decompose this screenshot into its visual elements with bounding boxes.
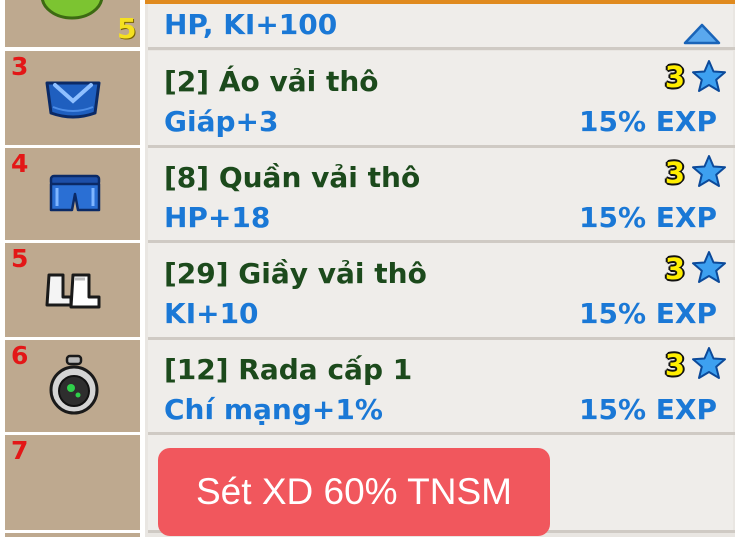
slot-3[interactable]: 3 — [5, 51, 140, 145]
item-level: 5 — [117, 12, 137, 45]
item-stat: Giáp+3 — [164, 105, 279, 138]
star-icon — [692, 251, 726, 283]
set-bonus-badge: Sét XD 60% TNSM — [158, 448, 550, 536]
row-divider — [148, 47, 735, 50]
star-icon — [692, 60, 726, 92]
star-count: 3 — [664, 156, 685, 190]
item-row[interactable]: [2] Áo vải thô Giáp+3 3 15% EXP — [148, 51, 733, 145]
slot-partial[interactable]: 5 — [5, 0, 140, 47]
item-stat: HP, KI+100 — [164, 8, 338, 41]
star-count: 3 — [664, 60, 685, 94]
item-name: [8] Quần vải thô — [164, 161, 421, 194]
green-ball-icon — [40, 0, 104, 20]
slot-next-partial — [5, 533, 140, 537]
exp-bonus: 15% EXP — [578, 105, 717, 138]
slot-number: 5 — [11, 244, 29, 273]
star-count: 3 — [664, 348, 685, 382]
slot-number: 4 — [11, 149, 29, 178]
item-stat: KI+10 — [164, 297, 259, 330]
item-name: [29] Giầy vải thô — [164, 257, 427, 290]
slot-6[interactable]: 6 — [5, 340, 140, 432]
item-stat: HP+18 — [164, 201, 271, 234]
shirt-icon — [45, 81, 101, 119]
slot-number: 6 — [11, 341, 29, 370]
slot-4[interactable]: 4 — [5, 148, 140, 240]
item-row[interactable]: [8] Quần vải thô HP+18 3 15% EXP — [148, 148, 733, 240]
star-icon — [692, 155, 726, 187]
slot-7[interactable]: 7 — [5, 435, 140, 530]
radar-icon — [49, 354, 99, 415]
star-icon — [692, 347, 726, 379]
item-name: [12] Rada cấp 1 — [164, 353, 413, 386]
boots-icon — [45, 273, 101, 309]
slot-5[interactable]: 5 — [5, 243, 140, 337]
triangle-up-icon[interactable] — [683, 23, 721, 45]
exp-bonus: 15% EXP — [578, 393, 717, 426]
exp-bonus: 15% EXP — [578, 297, 717, 330]
item-row[interactable]: [29] Giầy vải thô KI+10 3 15% EXP — [148, 243, 733, 337]
item-row[interactable]: [12] Rada cấp 1 Chí mạng+1% 3 15% EXP — [148, 340, 733, 432]
slot-number: 3 — [11, 52, 29, 81]
item-name: [2] Áo vải thô — [164, 65, 379, 98]
exp-bonus: 15% EXP — [578, 201, 717, 234]
pants-icon — [49, 174, 101, 212]
item-stat: Chí mạng+1% — [164, 393, 383, 426]
star-count: 3 — [664, 252, 685, 286]
slot-number: 7 — [11, 436, 29, 465]
item-row-partial[interactable]: HP, KI+100 — [148, 4, 733, 47]
